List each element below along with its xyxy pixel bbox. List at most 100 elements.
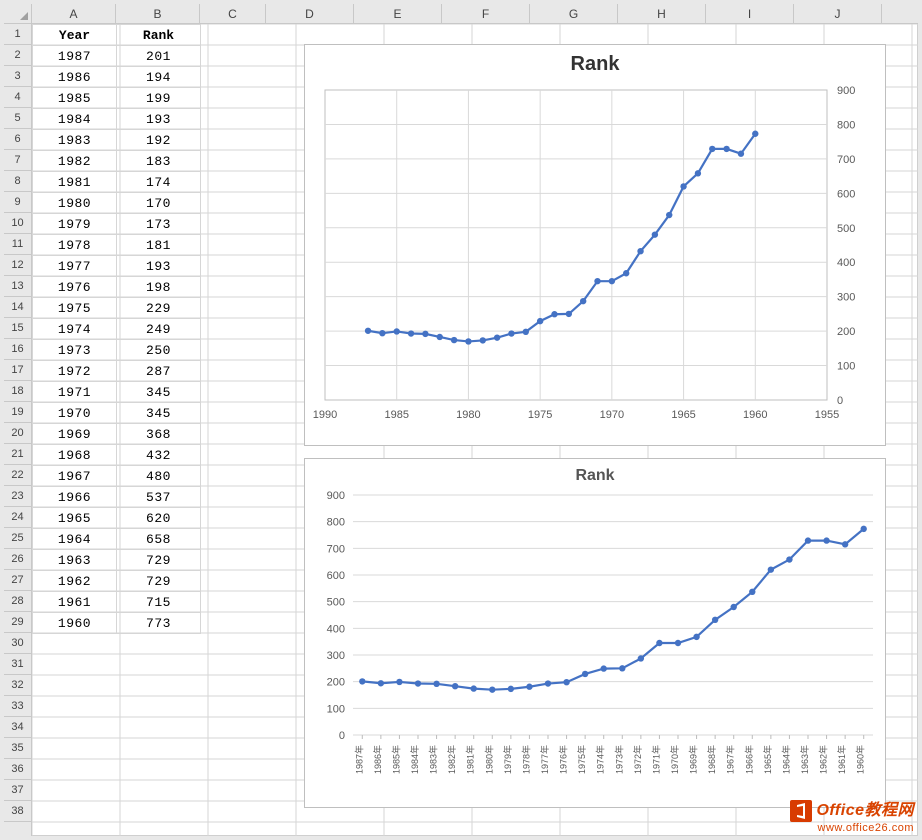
col-header-D[interactable]: D <box>266 4 354 23</box>
row-header-15[interactable]: 15 <box>4 318 31 339</box>
col-header-E[interactable]: E <box>354 4 442 23</box>
row-header-20[interactable]: 20 <box>4 423 31 444</box>
row-header-13[interactable]: 13 <box>4 276 31 297</box>
table-row[interactable]: 1985199 <box>33 88 201 109</box>
table-row[interactable]: 1970345 <box>33 403 201 424</box>
row-header-7[interactable]: 7 <box>4 150 31 171</box>
cell-rank[interactable]: 198 <box>117 277 201 298</box>
table-row[interactable]: 1971345 <box>33 382 201 403</box>
chart-rank-category[interactable]: Rank 01002003004005006007008009001987年19… <box>304 458 886 808</box>
cell-year[interactable]: 1985 <box>33 88 117 109</box>
cell-year[interactable]: 1960 <box>33 613 117 634</box>
row-header-27[interactable]: 27 <box>4 570 31 591</box>
cell-rank[interactable]: 432 <box>117 445 201 466</box>
row-header-19[interactable]: 19 <box>4 402 31 423</box>
cell-rank[interactable]: 249 <box>117 319 201 340</box>
header-year[interactable]: Year <box>33 25 117 46</box>
cell-year[interactable]: 1975 <box>33 298 117 319</box>
cell-rank[interactable]: 658 <box>117 529 201 550</box>
cell-rank[interactable]: 173 <box>117 214 201 235</box>
row-header-1[interactable]: 1 <box>4 24 31 45</box>
table-row[interactable]: 1978181 <box>33 235 201 256</box>
row-header-21[interactable]: 21 <box>4 444 31 465</box>
row-header-17[interactable]: 17 <box>4 360 31 381</box>
cell-rank[interactable]: 183 <box>117 151 201 172</box>
table-row[interactable]: 1986194 <box>33 67 201 88</box>
cell-rank[interactable]: 193 <box>117 109 201 130</box>
cell-year[interactable]: 1986 <box>33 67 117 88</box>
row-header-2[interactable]: 2 <box>4 45 31 66</box>
row-header-36[interactable]: 36 <box>4 759 31 780</box>
row-header-11[interactable]: 11 <box>4 234 31 255</box>
row-header-38[interactable]: 38 <box>4 801 31 822</box>
row-header-10[interactable]: 10 <box>4 213 31 234</box>
table-row[interactable]: 1982183 <box>33 151 201 172</box>
table-row[interactable]: 1976198 <box>33 277 201 298</box>
cell-rank[interactable]: 199 <box>117 88 201 109</box>
row-header-24[interactable]: 24 <box>4 507 31 528</box>
row-header-31[interactable]: 31 <box>4 654 31 675</box>
cell-year[interactable]: 1962 <box>33 571 117 592</box>
table-row[interactable]: 1967480 <box>33 466 201 487</box>
cell-year[interactable]: 1974 <box>33 319 117 340</box>
cell-year[interactable]: 1973 <box>33 340 117 361</box>
cell-year[interactable]: 1968 <box>33 445 117 466</box>
cell-rank[interactable]: 620 <box>117 508 201 529</box>
cell-rank[interactable]: 170 <box>117 193 201 214</box>
row-header-14[interactable]: 14 <box>4 297 31 318</box>
cell-rank[interactable]: 480 <box>117 466 201 487</box>
table-row[interactable]: 1968432 <box>33 445 201 466</box>
table-row[interactable]: 1977193 <box>33 256 201 277</box>
cell-rank[interactable]: 729 <box>117 571 201 592</box>
cell-year[interactable]: 1965 <box>33 508 117 529</box>
cell-rank[interactable]: 181 <box>117 235 201 256</box>
cell-year[interactable]: 1981 <box>33 172 117 193</box>
grid-area[interactable]: Year Rank 198720119861941985199198419319… <box>32 24 918 836</box>
col-header-C[interactable]: C <box>200 4 266 23</box>
row-header-28[interactable]: 28 <box>4 591 31 612</box>
table-row[interactable]: 1966537 <box>33 487 201 508</box>
row-header-8[interactable]: 8 <box>4 171 31 192</box>
row-header-5[interactable]: 5 <box>4 108 31 129</box>
cell-year[interactable]: 1972 <box>33 361 117 382</box>
cell-year[interactable]: 1984 <box>33 109 117 130</box>
cell-year[interactable]: 1982 <box>33 151 117 172</box>
cell-rank[interactable]: 729 <box>117 550 201 571</box>
table-row[interactable]: 1979173 <box>33 214 201 235</box>
header-rank[interactable]: Rank <box>117 25 201 46</box>
spreadsheet-sheet[interactable]: ABCDEFGHIJ 12345678910111213141516171819… <box>4 4 918 836</box>
table-row[interactable]: 1969368 <box>33 424 201 445</box>
col-header-J[interactable]: J <box>794 4 882 23</box>
table-row[interactable]: 1975229 <box>33 298 201 319</box>
cell-year[interactable]: 1970 <box>33 403 117 424</box>
cell-rank[interactable]: 193 <box>117 256 201 277</box>
row-header-34[interactable]: 34 <box>4 717 31 738</box>
cell-rank[interactable]: 345 <box>117 382 201 403</box>
cell-rank[interactable]: 201 <box>117 46 201 67</box>
cell-year[interactable]: 1966 <box>33 487 117 508</box>
cell-year[interactable]: 1979 <box>33 214 117 235</box>
row-header-30[interactable]: 30 <box>4 633 31 654</box>
table-row[interactable]: 1962729 <box>33 571 201 592</box>
table-row[interactable]: 1987201 <box>33 46 201 67</box>
cell-rank[interactable]: 537 <box>117 487 201 508</box>
cell-rank[interactable]: 192 <box>117 130 201 151</box>
row-header-18[interactable]: 18 <box>4 381 31 402</box>
table-row[interactable]: 1964658 <box>33 529 201 550</box>
row-header-23[interactable]: 23 <box>4 486 31 507</box>
table-row[interactable]: 1981174 <box>33 172 201 193</box>
cell-year[interactable]: 1980 <box>33 193 117 214</box>
cell-rank[interactable]: 345 <box>117 403 201 424</box>
row-header-26[interactable]: 26 <box>4 549 31 570</box>
cell-year[interactable]: 1964 <box>33 529 117 550</box>
table-row[interactable]: 1973250 <box>33 340 201 361</box>
row-header-3[interactable]: 3 <box>4 66 31 87</box>
table-row[interactable]: 1972287 <box>33 361 201 382</box>
chart-rank-numeric[interactable]: Rank 01002003004005006007008009001990198… <box>304 44 886 446</box>
table-row[interactable]: 1980170 <box>33 193 201 214</box>
cell-year[interactable]: 1967 <box>33 466 117 487</box>
cell-year[interactable]: 1961 <box>33 592 117 613</box>
cell-year[interactable]: 1978 <box>33 235 117 256</box>
cell-year[interactable]: 1983 <box>33 130 117 151</box>
col-header-A[interactable]: A <box>32 4 116 23</box>
